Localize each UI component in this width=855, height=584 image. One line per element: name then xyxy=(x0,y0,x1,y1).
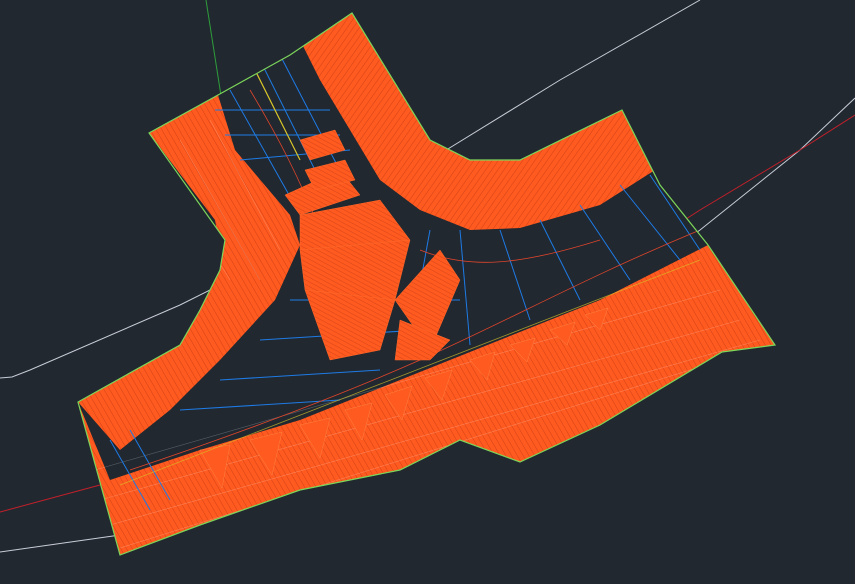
site-plan[interactable] xyxy=(0,0,855,584)
drawing-viewport[interactable] xyxy=(0,0,855,584)
cad-drawing-canvas[interactable] xyxy=(0,0,855,584)
